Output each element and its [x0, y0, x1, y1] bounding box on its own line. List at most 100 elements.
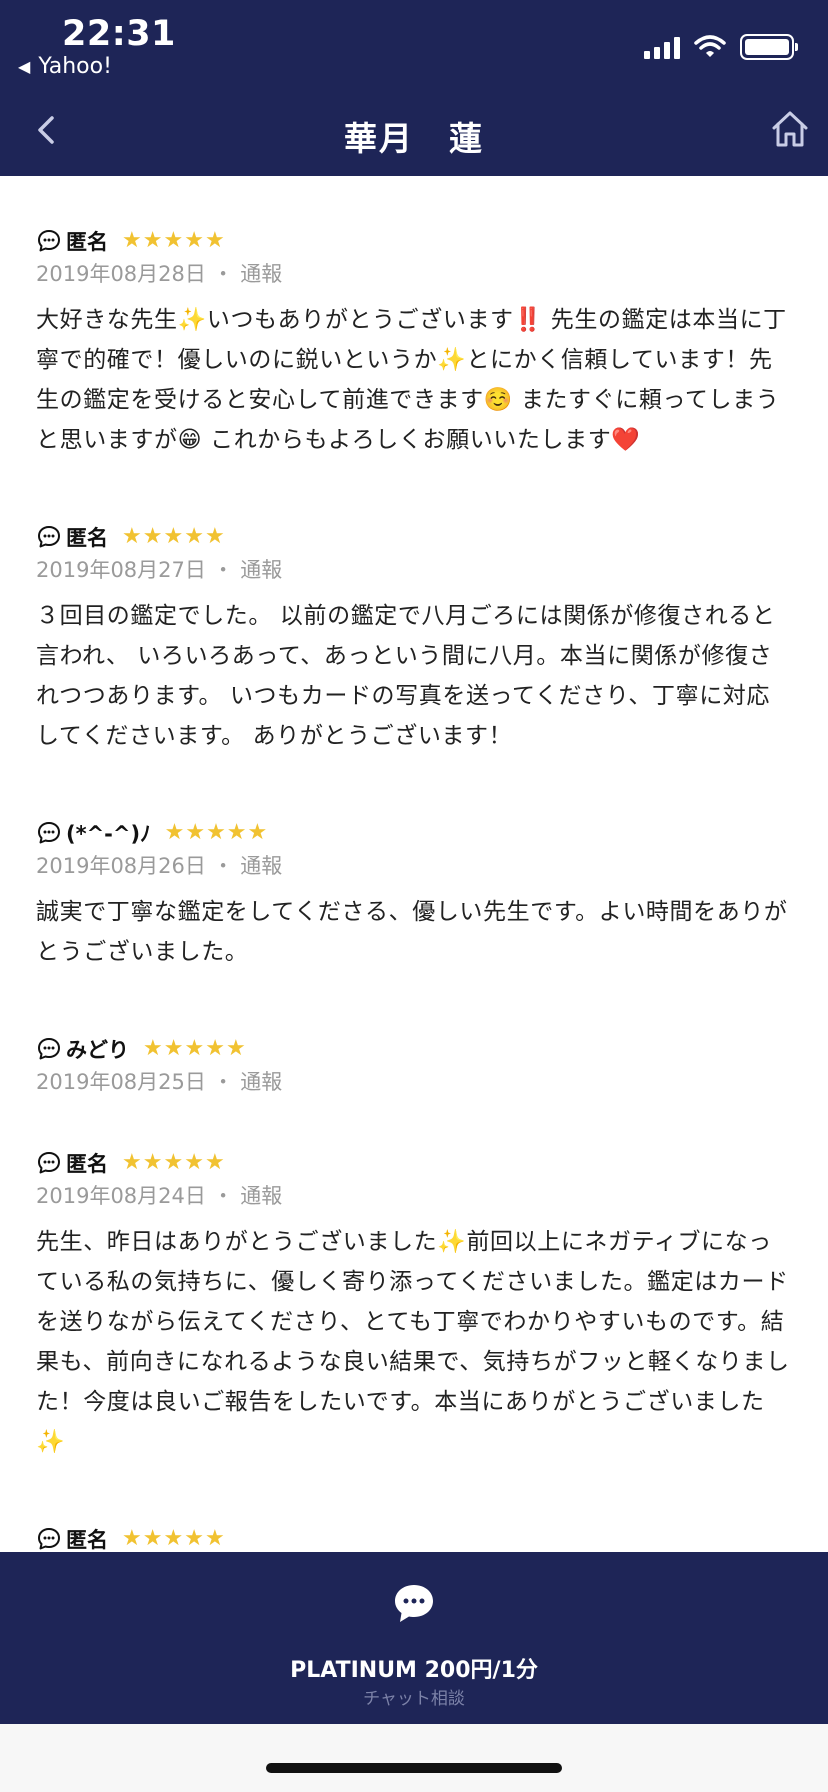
star-icon: ★ [204, 228, 225, 253]
star-icon: ★ [163, 1150, 184, 1175]
bottom-safe-area [0, 1724, 828, 1792]
review-meta: 2019年08月25日 ・ 通報 [36, 1066, 792, 1096]
star-icon: ★ [184, 1036, 205, 1061]
star-rating: ★ ★ ★ ★ ★ [122, 526, 225, 548]
star-icon: ★ [122, 1526, 142, 1551]
top-bar: 22:31 ◀ Yahoo! 華月 蓮 [0, 0, 828, 176]
star-rating: ★ ★ ★ ★ ★ [143, 1038, 246, 1060]
review-body: 誠実で丁寧な鑑定をしてくださる、優しい先生です。よい時間をありがとうございました… [36, 899, 788, 965]
star-icon: ★ [142, 1150, 163, 1175]
report-link[interactable]: 通報 [240, 854, 282, 878]
star-icon: ★ [184, 524, 204, 549]
star-icon: ★ [205, 1036, 225, 1061]
star-icon: ★ [142, 524, 163, 549]
star-icon: ★ [122, 228, 142, 253]
star-rating: ★ ★ ★ ★ ★ [165, 822, 268, 844]
speech-bubble-icon [38, 230, 60, 252]
speech-bubble-icon [38, 526, 60, 548]
review-meta: 2019年08月27日 ・ 通報 [36, 554, 792, 584]
star-icon: ★ [204, 1526, 225, 1551]
speech-bubble-icon [38, 1038, 60, 1060]
status-icons [644, 34, 798, 60]
review-body: 先生、昨日はありがとうございました✨前回以上にネガティブになっている私の気持ちに… [36, 1229, 790, 1455]
battery-icon [740, 34, 798, 60]
report-link[interactable]: 通報 [240, 1184, 282, 1208]
chat-consult-label: チャット相談 [363, 1689, 465, 1709]
review-date: 2019年08月27日 [36, 558, 206, 582]
meta-separator: ・ [205, 1070, 241, 1094]
speech-bubble-icon [38, 1528, 60, 1550]
review-header: 匿名 ★ ★ ★ ★ ★ [36, 522, 792, 552]
star-icon: ★ [163, 524, 184, 549]
review-date: 2019年08月24日 [36, 1184, 206, 1208]
status-time: 22:31 [62, 14, 176, 54]
chat-consult-button[interactable]: PLATINUM 200円/1分 チャット相談 [0, 1552, 828, 1724]
home-indicator[interactable] [266, 1763, 562, 1773]
review-meta: 2019年08月24日 ・ 通報 [36, 1180, 792, 1210]
review-meta: 2019年08月26日 ・ 通報 [36, 850, 792, 880]
nav-bar: 華月 蓮 [0, 96, 828, 176]
review-header: 匿名 ★ ★ ★ ★ ★ [36, 226, 792, 256]
star-icon: ★ [143, 1036, 163, 1061]
meta-separator: ・ [205, 854, 241, 878]
reviewer-name: (*^-^)ﾉ [66, 822, 151, 846]
review-item: みどり ★ ★ ★ ★ ★ 2019年08月25日 ・ 通報 [36, 1034, 792, 1096]
review-header: 匿名 ★ ★ ★ ★ ★ [36, 1524, 792, 1552]
star-icon: ★ [142, 1526, 163, 1551]
report-link[interactable]: 通報 [240, 262, 282, 286]
wifi-icon [694, 35, 726, 57]
plan-price-label: PLATINUM 200円/1分 [290, 1658, 538, 1683]
review-header: (*^-^)ﾉ ★ ★ ★ ★ ★ [36, 818, 792, 848]
review-item: 匿名 ★★★★★ 2019年08月24日 ・ 通報 [36, 1524, 792, 1552]
meta-separator: ・ [205, 1184, 241, 1208]
review-date: 2019年08月26日 [36, 854, 206, 878]
reviewer-name: 匿名 [66, 1528, 108, 1552]
star-icon: ★ [247, 820, 268, 845]
star-icon: ★ [163, 1526, 184, 1551]
star-icon: ★ [225, 1036, 246, 1061]
star-icon: ★ [226, 820, 247, 845]
review-date: 2019年08月25日 [36, 1070, 206, 1094]
star-rating: ★ ★ ★ ★ ★ [122, 1152, 225, 1174]
review-item: 匿名 ★ ★ ★ ★ ★ 2019年08月24日 ・ 通報 先生、昨日はありがとうござい… [36, 1148, 792, 1462]
reviewer-name: 匿名 [66, 230, 108, 254]
star-icon: ★ [184, 1150, 204, 1175]
report-link[interactable]: 通報 [240, 558, 282, 582]
star-icon: ★ [122, 524, 142, 549]
review-list: 匿名 ★ ★ ★ ★ ★ 2019年08月28日 ・ 通報 大好きな先生✨いつもありがと… [0, 176, 828, 1553]
star-icon: ★ [185, 820, 206, 845]
back-to-app-link[interactable]: ◀ Yahoo! [18, 54, 112, 79]
reviewer-name: 匿名 [66, 526, 108, 550]
star-icon: ★ [204, 524, 225, 549]
star-icon: ★ [142, 228, 163, 253]
back-triangle-icon: ◀ [18, 57, 31, 76]
page-title: 華月 蓮 [344, 119, 484, 158]
review-item: 匿名 ★ ★ ★ ★ ★ 2019年08月28日 ・ 通報 大好きな先生✨いつもありがと… [36, 226, 792, 460]
star-icon: ★ [163, 228, 184, 253]
speech-bubble-icon [38, 1152, 60, 1174]
review-item: 匿名 ★ ★ ★ ★ ★ 2019年08月27日 ・ 通報 ３回目の鑑定でした。 以前の… [36, 522, 792, 756]
cellular-signal-icon [644, 35, 680, 59]
star-icon: ★ [184, 228, 204, 253]
home-icon[interactable] [770, 108, 810, 150]
review-date: 2019年08月28日 [36, 262, 206, 286]
reviewer-name: みどり [66, 1038, 129, 1062]
star-icon: ★ [204, 1150, 225, 1175]
meta-separator: ・ [205, 262, 241, 286]
review-item: (*^-^)ﾉ ★ ★ ★ ★ ★ 2019年08月26日 ・ 通報 誠実で丁寧な鑑定を… [36, 818, 792, 972]
meta-separator: ・ [205, 558, 241, 582]
speech-bubble-icon [38, 822, 60, 844]
back-app-label: Yahoo! [38, 54, 112, 79]
review-meta: 2019年08月28日 ・ 通報 [36, 258, 792, 288]
chat-bubble-icon [395, 1585, 433, 1622]
star-icon: ★ [206, 820, 226, 845]
review-body: 大好きな先生✨いつもありがとうございます‼️ 先生の鑑定は本当に丁寧で的確で！優… [36, 307, 787, 453]
star-icon: ★ [163, 1036, 184, 1061]
star-icon: ★ [164, 820, 185, 845]
review-header: みどり ★ ★ ★ ★ ★ [36, 1034, 792, 1064]
report-link[interactable]: 通報 [240, 1070, 282, 1094]
star-icon: ★ [184, 1526, 204, 1551]
reviewer-name: 匿名 [66, 1152, 108, 1176]
star-rating: ★ ★ ★ ★ ★ [122, 230, 225, 252]
star-icon: ★ [122, 1150, 142, 1175]
